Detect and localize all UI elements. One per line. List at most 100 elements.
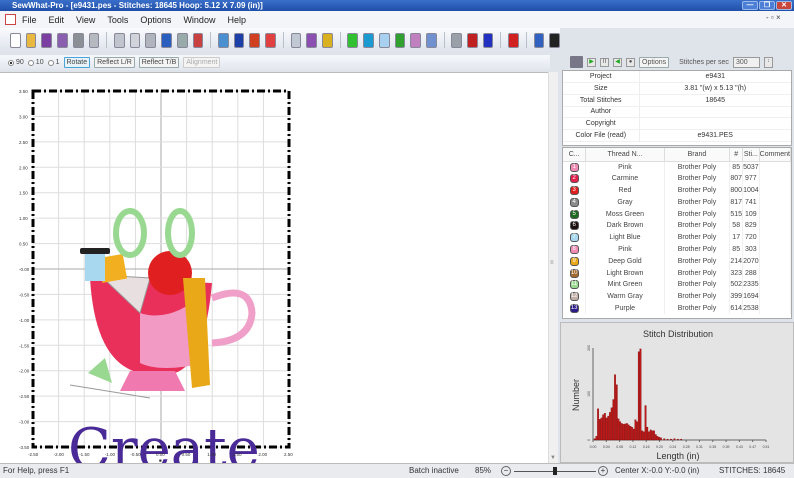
undo-icon[interactable] — [161, 32, 172, 48]
thread-comment[interactable] — [759, 267, 792, 279]
shirt-icon[interactable] — [363, 32, 374, 48]
thread-row[interactable]: 11 Mint Green Brother Poly 502 2335 — [563, 278, 792, 291]
column-header[interactable]: Thread N... — [585, 148, 665, 162]
thread-color-swatch[interactable]: 6 — [569, 221, 579, 231]
disk-icon[interactable] — [306, 32, 317, 48]
thread-row[interactable]: 13 Purple Brother Poly 614 2538 — [563, 302, 792, 315]
thread-color-swatch[interactable]: 7 — [569, 233, 579, 243]
thread-comment[interactable] — [759, 302, 792, 315]
design-canvas[interactable]: Create -2.50 -2.00 -1.50 -1.00 -0.50 0.00 0.50… — [0, 72, 558, 464]
thread-comment[interactable] — [759, 208, 792, 220]
swap-colors-back-icon[interactable] — [482, 32, 494, 48]
stop-button[interactable]: ● — [626, 57, 635, 67]
options-button[interactable]: Options — [639, 56, 670, 68]
thread-color-swatch[interactable]: 4 — [569, 197, 579, 207]
open-folder-icon[interactable] — [25, 32, 37, 48]
thread-color-swatch[interactable]: 9 — [569, 256, 579, 266]
reflect-tb-button[interactable]: Reflect T/B — [138, 57, 180, 68]
reflect-lr-button[interactable]: Reflect L/R — [94, 57, 135, 68]
swap-colors-icon[interactable] — [467, 32, 478, 48]
convert-icon[interactable] — [217, 32, 229, 48]
property-value[interactable]: 18645 — [639, 94, 791, 107]
hoop-icon[interactable] — [378, 32, 390, 48]
thread-color-swatch[interactable]: 13 — [569, 303, 579, 313]
thread-row[interactable]: 12 Warm Gray Brother Poly 399 1694 — [563, 290, 792, 303]
thread-row[interactable]: 8 Pink Brother Poly 85 303 — [563, 243, 792, 256]
thread-color-swatch[interactable]: 1 — [569, 162, 579, 172]
rotate-button[interactable]: Rotate — [63, 57, 91, 68]
thread-comment[interactable] — [759, 196, 792, 209]
pause-button[interactable]: II — [600, 57, 609, 67]
thread-row[interactable]: 3 Red Brother Poly 800 1004 — [563, 184, 792, 197]
redo-icon[interactable] — [176, 32, 188, 48]
menu-help[interactable]: Help — [227, 15, 246, 25]
thread-color-swatch[interactable]: 8 — [569, 244, 579, 254]
sewing-machine-icon[interactable] — [570, 56, 583, 68]
gradient-icon[interactable] — [394, 32, 406, 48]
help-shield-icon[interactable] — [533, 32, 545, 48]
thread-color-swatch[interactable]: 10 — [569, 268, 579, 278]
paste-icon[interactable] — [145, 32, 157, 48]
rewind-button[interactable]: ◀ — [613, 57, 622, 67]
column-header[interactable]: Brand — [664, 148, 731, 162]
column-header[interactable]: Comment — [759, 148, 792, 162]
rotate-1-radio[interactable]: 1 — [47, 59, 60, 66]
print-icon[interactable] — [72, 32, 84, 48]
property-value[interactable]: e9431.PES — [639, 129, 791, 142]
b-icon[interactable] — [233, 32, 245, 48]
new-file-icon[interactable] — [10, 32, 21, 48]
thread-row[interactable]: 9 Deep Gold Brother Poly 214 2070 — [563, 255, 792, 268]
copy-icon[interactable] — [129, 32, 141, 48]
rotate-10-radio[interactable]: 10 — [27, 59, 44, 66]
menu-file[interactable]: File — [22, 15, 37, 25]
column-header[interactable]: C... — [563, 148, 587, 162]
scroll-down-arrow[interactable]: ▼ — [550, 455, 556, 461]
thread-row[interactable]: 4 Gray Brother Poly 817 741 — [563, 196, 792, 209]
thread-comment[interactable] — [759, 184, 792, 197]
thread-row[interactable]: 1 Pink Brother Poly 85 5037 — [563, 161, 792, 173]
column-header[interactable]: # — [729, 148, 744, 162]
thread-comment[interactable] — [759, 278, 792, 291]
thread-color-swatch[interactable]: 2 — [569, 174, 579, 184]
thread-color-swatch[interactable]: 11 — [569, 280, 579, 290]
thread-comment[interactable] — [759, 290, 792, 303]
menu-view[interactable]: View — [76, 15, 95, 25]
thread-comment[interactable] — [759, 219, 792, 232]
thread-row[interactable]: 2 Carmine Brother Poly 807 977 — [563, 172, 792, 185]
save-as-icon[interactable] — [57, 32, 68, 48]
play-button[interactable]: ▶ — [587, 57, 596, 67]
property-value[interactable] — [639, 117, 791, 130]
grid-icon[interactable] — [192, 32, 204, 48]
disk-yellow-icon[interactable] — [321, 32, 333, 48]
canvas-vertical-scrollbar[interactable]: ≡ ▼ — [548, 72, 558, 463]
context-help-icon[interactable] — [549, 32, 560, 48]
mdi-controls[interactable]: - ▫ × — [766, 13, 781, 22]
stitches-per-sec-spinner[interactable]: ↕ — [763, 56, 773, 68]
thread-row[interactable]: 7 Light Blue Brother Poly 17 720 — [563, 231, 792, 244]
property-value[interactable]: e9431 — [639, 71, 791, 84]
pages-icon[interactable] — [290, 32, 302, 48]
zoom-out-button[interactable]: − — [501, 466, 511, 476]
stitches-per-sec-input[interactable]: 300 — [732, 56, 760, 68]
thread-comment[interactable] — [759, 172, 792, 185]
thread-color-swatch[interactable]: 12 — [569, 292, 579, 302]
property-value[interactable] — [639, 106, 791, 119]
thread-comment[interactable] — [759, 161, 792, 173]
save-icon[interactable] — [41, 32, 53, 48]
thread-color-swatch[interactable]: 3 — [569, 185, 579, 195]
thread-row[interactable]: 10 Light Brown Brother Poly 323 288 — [563, 267, 792, 279]
cut-icon[interactable] — [113, 32, 125, 48]
thread-row[interactable]: 6 Dark Brown Brother Poly 58 829 — [563, 219, 792, 232]
zoom-in-button[interactable]: + — [598, 466, 608, 476]
green-block-icon[interactable] — [347, 32, 359, 48]
print-preview-icon[interactable] — [88, 32, 100, 48]
thread-comment[interactable] — [759, 231, 792, 244]
split-icon[interactable] — [508, 32, 519, 48]
thread-comment[interactable] — [759, 255, 792, 268]
thread-comment[interactable] — [759, 243, 792, 256]
menu-edit[interactable]: Edit — [49, 15, 65, 25]
menu-window[interactable]: Window — [183, 15, 215, 25]
needle-icon[interactable] — [425, 32, 437, 48]
scroll-grip[interactable]: ≡ — [550, 260, 557, 268]
thread-row[interactable]: 5 Moss Green Brother Poly 515 109 — [563, 208, 792, 220]
